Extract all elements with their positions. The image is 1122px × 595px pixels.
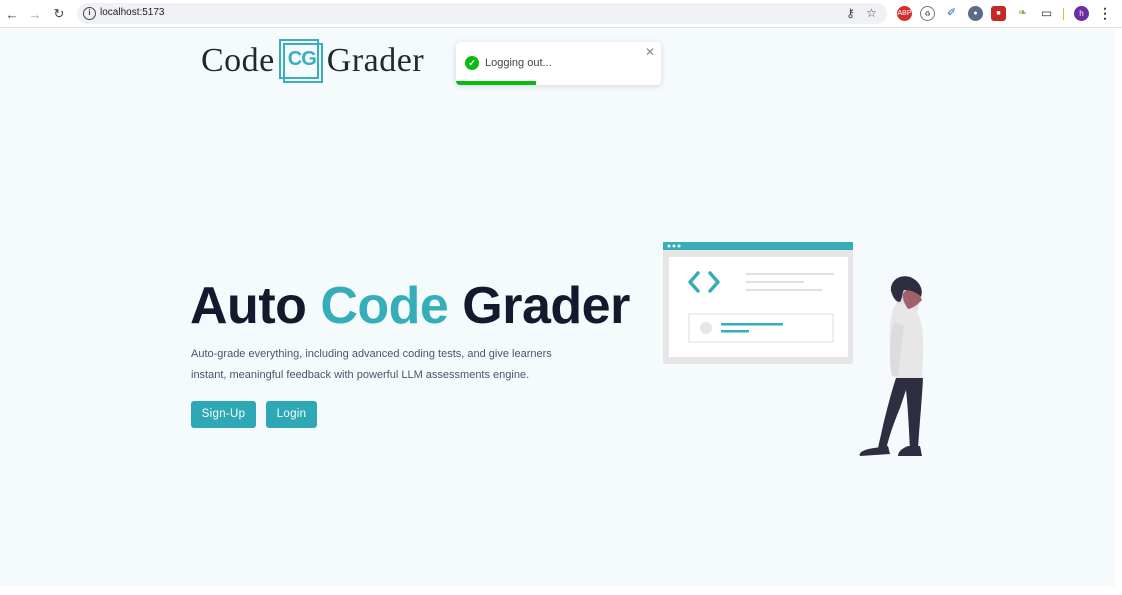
browser-toolbar: ← → ↻ i localhost:5173 ⚷ ☆ ABP ♻ ✐ ● ■ ❧… (0, 0, 1122, 28)
hero-illustration (663, 242, 924, 456)
success-check-icon: ✓ (465, 56, 479, 70)
logo-word-left: Code (201, 42, 275, 79)
reload-icon[interactable]: ↻ (50, 5, 68, 23)
scrollbar-gutter (1115, 29, 1122, 595)
toast-notification[interactable]: ✓ Logging out... ✕ (456, 42, 661, 85)
forward-icon[interactable]: → (26, 5, 44, 23)
page-bottom-edge (0, 586, 1122, 595)
recycle-extension-icon[interactable]: ♻ (920, 6, 935, 21)
profile-avatar[interactable]: h (1074, 6, 1089, 21)
shield-extension-icon[interactable]: ● (968, 6, 983, 21)
hero-title-part2: Grader (448, 277, 630, 335)
code-window-illustration (663, 242, 853, 364)
adblock-extension-icon[interactable]: ABP (897, 6, 912, 21)
bookmark-star-icon[interactable]: ☆ (864, 6, 879, 21)
address-bar[interactable]: i localhost:5173 ⚷ ☆ (77, 3, 887, 24)
extensions-puzzle-icon[interactable]: ▭ (1039, 6, 1054, 21)
site-logo[interactable]: Code CG Grader (201, 38, 424, 84)
toolbar-divider (1063, 8, 1064, 20)
browser-menu-icon[interactable]: ⋮ (1098, 5, 1112, 21)
pen-extension-icon[interactable]: ✐ (944, 6, 959, 21)
url-text[interactable]: localhost:5173 (100, 7, 165, 18)
toast-message: Logging out... (485, 57, 552, 69)
signup-button[interactable]: Sign-Up (191, 401, 256, 428)
logo-initials: CG (287, 48, 317, 70)
password-key-icon[interactable]: ⚷ (843, 6, 858, 21)
site-info-icon[interactable]: i (83, 7, 96, 20)
back-icon[interactable]: ← (3, 5, 21, 23)
red-extension-icon[interactable]: ■ (991, 6, 1006, 21)
toast-progress-bar (456, 81, 536, 85)
hero-description: Auto-grade everything, including advance… (191, 348, 552, 381)
logo-mark: CG (278, 39, 323, 83)
logo-word-right: Grader (326, 42, 425, 79)
person-illustration (859, 276, 924, 456)
hero-title-part1: Auto (190, 277, 321, 335)
hero-title-accent: Code (320, 277, 449, 335)
close-icon[interactable]: ✕ (645, 46, 655, 58)
leaf-extension-icon[interactable]: ❧ (1015, 6, 1030, 21)
login-button[interactable]: Login (266, 401, 317, 428)
hero-title: Auto Code Grader (190, 276, 630, 336)
